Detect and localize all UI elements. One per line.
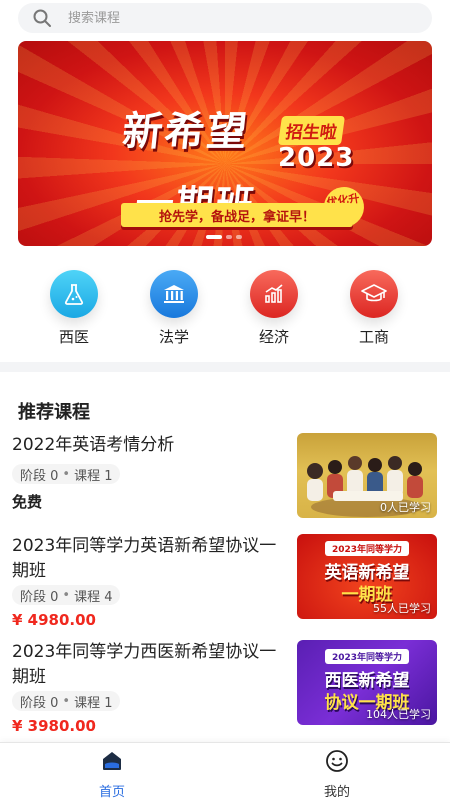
tab-home[interactable]: 首页 [52,749,172,800]
course-card[interactable]: 2023年同等学力英语新希望协议一期班 阶段 0 • 课程 4 ¥ 4980.0… [0,534,450,629]
category-label: 经济 [258,328,289,346]
section-divider [0,362,450,372]
course-title: 2022年英语考情分析 [12,435,175,455]
course-title: 2023年同等学力西医新希望协议一期班 [12,642,277,687]
learner-count: 0人已学习 [380,501,431,514]
banner-slogan: 抢先学，备战足，拿证早！ [121,203,353,227]
carousel-dot-active[interactable] [206,235,222,239]
promo-banner[interactable]: 新希望 招生啦 2023 一期班 优化升级 抢先学，备战足，拿证早！ [18,41,432,246]
tab-mine-label: 我的 [323,785,350,800]
course-lessons: 课程 1 [74,468,113,484]
search-icon [33,9,51,27]
course-price: ¥ 4980.00 [12,611,96,629]
graduation-cap-icon [350,270,398,318]
meta-separator: • [62,466,71,482]
carousel-dot[interactable] [236,235,242,239]
category-item-jingji[interactable]: 经济 [224,266,324,347]
course-card[interactable]: 2022年英语考情分析 阶段 0 • 课程 1 免费 0人已学习 [0,433,450,527]
category-item-xiyi[interactable]: 西医 [24,266,124,347]
banner-title-line1: 新希望 [120,109,251,155]
flask-icon [50,270,98,318]
learner-count: 104人已学习 [366,708,431,721]
course-meta: 阶段 0 • 课程 1 [12,464,121,484]
bottom-tab-bar: 首页 我的 [0,742,450,800]
carousel-indicator [206,235,242,239]
course-lessons: 课程 4 [74,589,113,605]
banner-year: 2023 [278,143,355,173]
search-bar[interactable] [18,3,432,33]
course-thumbnail[interactable]: 0人已学习 [297,433,437,518]
course-meta: 阶段 0 • 课程 1 [12,691,121,711]
category-label: 工商 [358,328,389,346]
course-stage: 阶段 0 [20,468,59,484]
tab-home-label: 首页 [98,785,125,800]
course-title: 2023年同等学力英语新希望协议一期班 [12,536,277,581]
course-lessons: 课程 1 [74,695,113,711]
thumb-tag: 2023年同等学力 [325,649,409,664]
courthouse-icon [150,270,198,318]
meta-separator: • [62,587,71,603]
course-stage: 阶段 0 [20,695,59,711]
meta-separator: • [62,693,71,709]
home-icon [103,752,121,770]
course-price: ¥ 3980.00 [12,717,96,735]
tab-mine[interactable]: 我的 [277,749,397,800]
course-card[interactable]: 2023年同等学力西医新希望协议一期班 阶段 0 • 课程 1 ¥ 3980.0… [0,640,450,735]
category-label: 西医 [58,328,89,346]
course-meta: 阶段 0 • 课程 4 [12,585,121,605]
category-item-faxue[interactable]: 法学 [124,266,224,347]
chart-icon [250,270,298,318]
banner-tag: 招生啦 [277,116,346,145]
learner-count: 55人已学习 [373,602,431,615]
section-title: 推荐课程 [18,402,90,423]
carousel-dot[interactable] [226,235,232,239]
search-input[interactable] [68,3,408,33]
course-price: 免费 [12,493,43,511]
course-stage: 阶段 0 [20,589,59,605]
category-grid: 西医 法学 经济 工商 [0,266,450,346]
course-thumbnail[interactable]: 2023年同等学力 西医新希望 协议一期班 104人已学习 [297,640,437,725]
thumb-tag: 2023年同等学力 [325,541,409,556]
category-label: 法学 [158,328,189,346]
category-item-gongshang[interactable]: 工商 [324,266,424,347]
app-screen: 新希望 招生啦 2023 一期班 优化升级 抢先学，备战足，拿证早！ 西医 法学 [0,0,450,800]
smiley-icon [326,750,348,772]
course-thumbnail[interactable]: 2023年同等学力 英语新希望 一期班 55人已学习 [297,534,437,619]
